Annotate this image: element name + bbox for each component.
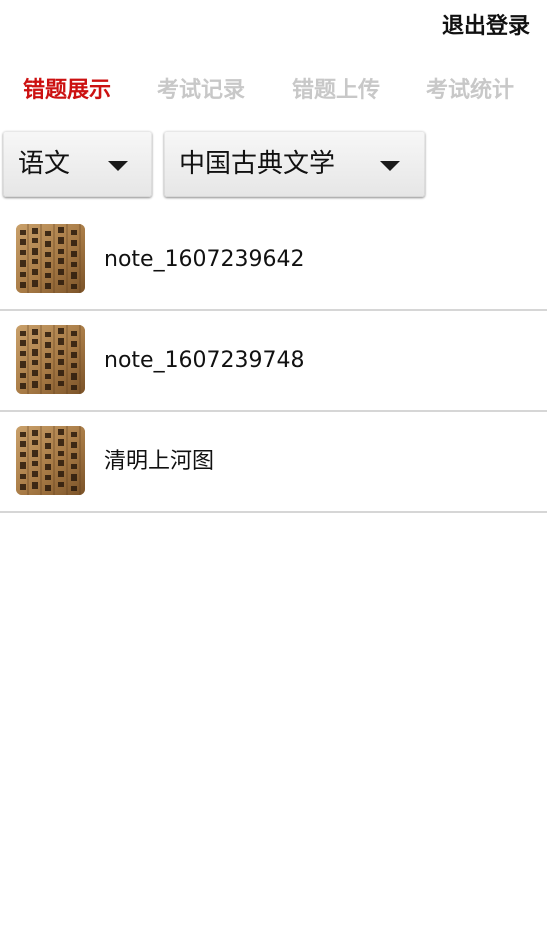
- list-item[interactable]: 清明上河图: [0, 412, 547, 513]
- category-dropdown-value: 中国古典文学: [179, 149, 336, 179]
- tab-exam-records[interactable]: 考试记录: [157, 74, 245, 108]
- list-item-title: 清明上河图: [104, 449, 215, 474]
- ancient-text-image: [16, 325, 85, 394]
- tab-bar: 错题展示 考试记录 错题上传 考试统计: [0, 74, 547, 108]
- note-list: note_1607239642 note_1607239748 清明上河图: [0, 210, 547, 513]
- tab-wrong-questions[interactable]: 错题展示: [23, 74, 111, 108]
- tab-upload-wrong-questions[interactable]: 错题上传: [292, 74, 380, 108]
- list-item-title: note_1607239748: [104, 348, 305, 373]
- tab-exam-statistics[interactable]: 考试统计: [426, 74, 514, 108]
- ancient-text-image: [16, 224, 85, 293]
- logout-button[interactable]: 退出登录: [442, 12, 530, 42]
- subject-dropdown-value: 语文: [18, 149, 71, 179]
- list-item[interactable]: note_1607239642: [0, 210, 547, 311]
- ancient-text-thumbnail: [16, 325, 85, 394]
- ancient-text-image: [16, 426, 85, 495]
- category-dropdown[interactable]: 中国古典文学: [164, 131, 425, 197]
- triangle-down-icon: [108, 161, 128, 171]
- ancient-text-thumbnail: [16, 224, 85, 293]
- list-item-title: note_1607239642: [104, 247, 305, 272]
- triangle-down-icon: [380, 161, 400, 171]
- subject-dropdown[interactable]: 语文: [3, 131, 152, 197]
- ancient-text-thumbnail: [16, 426, 85, 495]
- list-item[interactable]: note_1607239748: [0, 311, 547, 412]
